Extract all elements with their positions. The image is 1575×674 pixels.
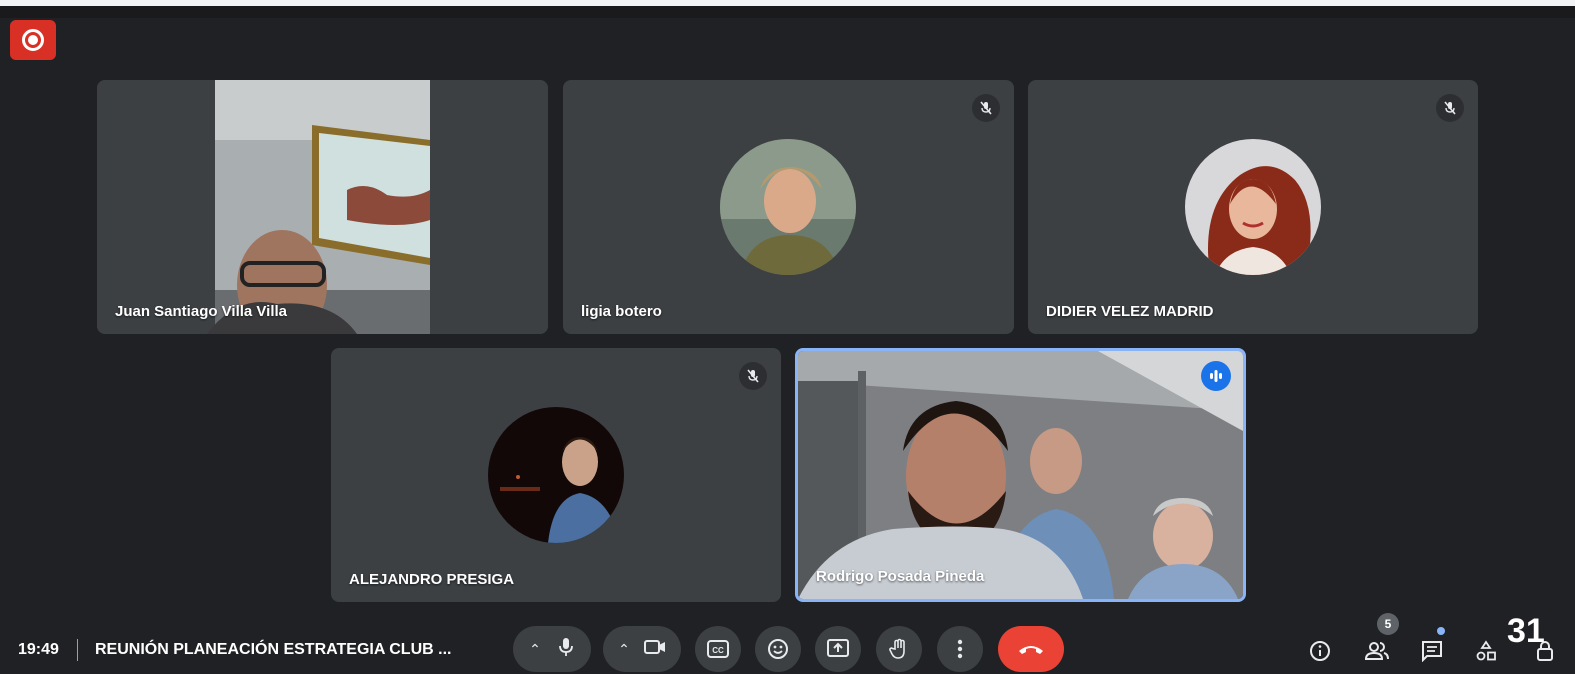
video-feed xyxy=(798,351,1243,599)
participant-name: Rodrigo Posada Pineda xyxy=(816,568,985,585)
raise-hand-button[interactable] xyxy=(876,626,922,672)
record-icon xyxy=(22,29,44,51)
mic-off-icon xyxy=(972,94,1000,122)
more-options-button[interactable] xyxy=(937,626,983,672)
mic-icon[interactable] xyxy=(557,637,575,662)
chevron-up-icon[interactable]: ⌃ xyxy=(529,641,541,658)
participant-name: ALEJANDRO PRESIGA xyxy=(349,571,515,588)
participant-tile-rodrigo[interactable]: Rodrigo Posada Pineda xyxy=(795,348,1246,602)
more-options-icon xyxy=(957,639,963,659)
avatar xyxy=(488,407,624,543)
end-call-icon xyxy=(1019,646,1043,654)
emoji-icon xyxy=(768,639,788,659)
chat-button[interactable] xyxy=(1417,636,1447,666)
video-feed xyxy=(97,80,548,334)
end-call-button[interactable] xyxy=(998,626,1064,672)
chat-icon xyxy=(1422,641,1442,662)
people-count-badge: 5 xyxy=(1377,613,1399,635)
svg-text:CC: CC xyxy=(712,646,724,655)
participant-tile-juan[interactable]: Juan Santiago Villa Villa xyxy=(97,80,548,334)
present-button[interactable] xyxy=(815,626,861,672)
captions-icon: CC xyxy=(707,640,729,658)
slide-number: 31 xyxy=(1507,612,1545,650)
participant-tile-ligia[interactable]: ligia botero xyxy=(563,80,1014,334)
participant-tile-didier[interactable]: DIDIER VELEZ MADRID xyxy=(1028,80,1478,334)
camera-control[interactable]: ⌃ xyxy=(603,626,681,672)
meeting-details-button[interactable] xyxy=(1305,636,1335,666)
captions-button[interactable]: CC xyxy=(695,626,741,672)
meeting-time: 19:49 xyxy=(18,641,59,658)
camera-icon[interactable] xyxy=(643,639,666,660)
participant-tile-alejandro[interactable]: ALEJANDRO PRESIGA xyxy=(331,348,781,602)
people-icon xyxy=(1364,642,1389,660)
mic-off-icon xyxy=(1436,94,1464,122)
people-button[interactable] xyxy=(1362,636,1392,666)
info-icon xyxy=(1310,641,1330,661)
chat-notification-dot xyxy=(1437,627,1445,635)
top-strip-shadow xyxy=(0,6,1575,18)
participant-name: DIDIER VELEZ MADRID xyxy=(1046,303,1214,320)
avatar xyxy=(1185,139,1321,275)
mic-off-icon xyxy=(739,362,767,390)
meeting-title: REUNIÓN PLANEACIÓN ESTRATEGIA CLUB ... xyxy=(95,641,452,658)
activities-icon xyxy=(1476,640,1496,661)
recording-button[interactable] xyxy=(10,20,56,60)
raise-hand-icon xyxy=(889,638,905,659)
chevron-up-icon[interactable]: ⌃ xyxy=(618,641,630,658)
reactions-button[interactable] xyxy=(755,626,801,672)
avatar xyxy=(720,139,856,275)
activities-button[interactable] xyxy=(1471,636,1501,666)
participant-name: Juan Santiago Villa Villa xyxy=(115,303,288,320)
divider xyxy=(77,639,78,661)
speaking-icon xyxy=(1201,361,1231,391)
participant-name: ligia botero xyxy=(581,303,662,320)
meet-window: Juan Santiago Villa Villa ligia botero D… xyxy=(0,0,1575,674)
microphone-control[interactable]: ⌃ xyxy=(513,626,591,672)
present-icon xyxy=(827,639,849,657)
bottom-bar: 19:49 REUNIÓN PLANEACIÓN ESTRATEGIA CLUB… xyxy=(0,606,1575,674)
